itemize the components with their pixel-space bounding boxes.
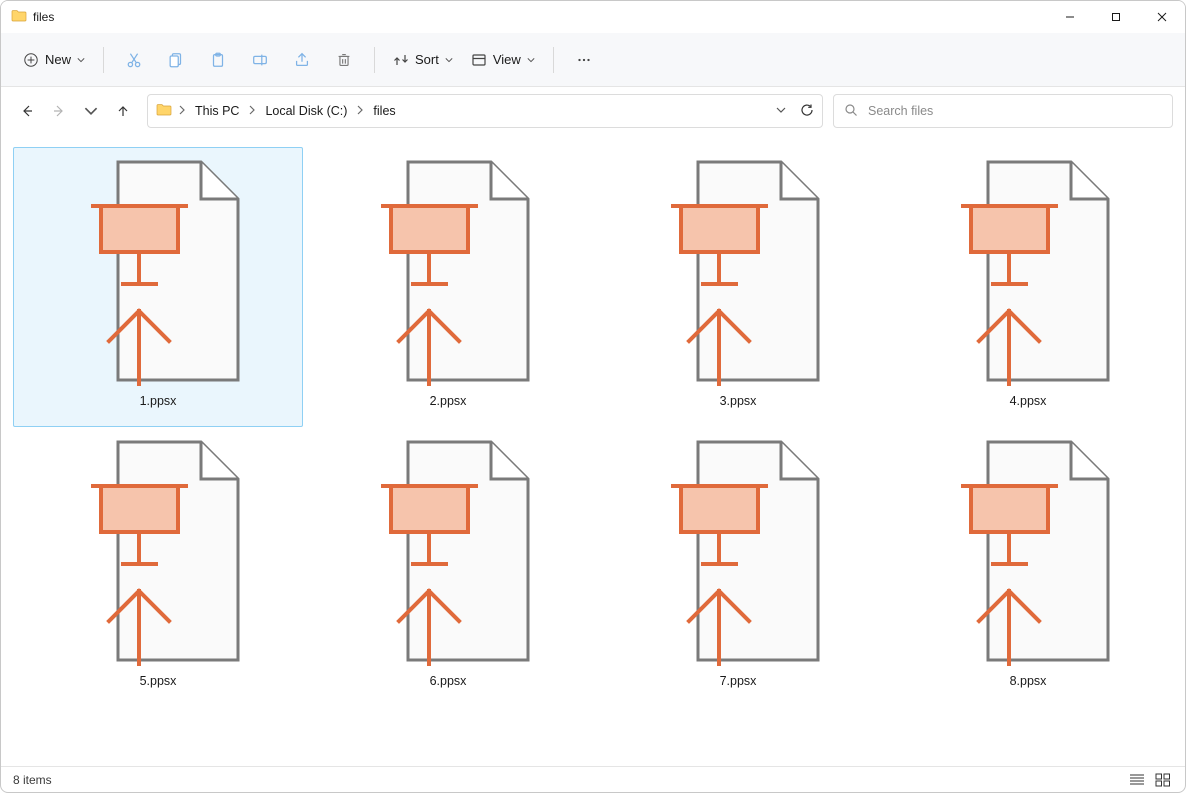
file-thumbnail	[363, 156, 533, 386]
refresh-button[interactable]	[800, 103, 814, 120]
explorer-window: files New	[0, 0, 1186, 793]
file-thumbnail	[943, 436, 1113, 666]
forward-button[interactable]	[49, 101, 69, 121]
file-item[interactable]: 4.ppsx	[883, 147, 1173, 427]
breadcrumb-segment[interactable]: files	[370, 102, 398, 120]
titlebar: files	[1, 1, 1185, 33]
separator	[553, 47, 554, 73]
toolbar: New Sort View	[1, 33, 1185, 87]
view-button[interactable]: View	[463, 46, 543, 74]
file-thumbnail	[653, 156, 823, 386]
new-button[interactable]: New	[15, 46, 93, 74]
chevron-right-icon	[178, 104, 186, 118]
cut-button[interactable]	[114, 42, 154, 78]
file-item[interactable]: 3.ppsx	[593, 147, 883, 427]
file-item[interactable]: 1.ppsx	[13, 147, 303, 427]
share-button[interactable]	[282, 42, 322, 78]
more-button[interactable]	[564, 42, 604, 78]
details-view-button[interactable]	[1127, 772, 1147, 788]
search-icon	[844, 103, 858, 120]
separator	[374, 47, 375, 73]
search-input[interactable]	[866, 103, 1162, 119]
up-button[interactable]	[113, 101, 133, 121]
file-thumbnail	[363, 436, 533, 666]
thumbnails-view-button[interactable]	[1153, 772, 1173, 788]
window-controls	[1047, 1, 1185, 33]
file-thumbnail	[73, 436, 243, 666]
file-name: 5.ppsx	[140, 674, 177, 688]
new-button-label: New	[45, 52, 71, 67]
address-bar[interactable]: This PC Local Disk (C:) files	[147, 94, 823, 128]
breadcrumb-segment[interactable]: Local Disk (C:)	[262, 102, 350, 120]
sort-button-label: Sort	[415, 52, 439, 67]
file-name: 4.ppsx	[1010, 394, 1047, 408]
view-toggles	[1127, 772, 1173, 788]
status-bar: 8 items	[1, 766, 1185, 792]
nav-arrows	[13, 101, 137, 121]
addressbar-right	[776, 103, 814, 120]
file-item[interactable]: 7.ppsx	[593, 427, 883, 707]
file-item[interactable]: 8.ppsx	[883, 427, 1173, 707]
paste-button[interactable]	[198, 42, 238, 78]
sort-button[interactable]: Sort	[385, 46, 461, 74]
file-name: 2.ppsx	[430, 394, 467, 408]
file-name: 6.ppsx	[430, 674, 467, 688]
status-text: 8 items	[13, 773, 52, 787]
separator	[103, 47, 104, 73]
folder-icon	[11, 8, 27, 27]
delete-button[interactable]	[324, 42, 364, 78]
file-name: 7.ppsx	[720, 674, 757, 688]
recent-button[interactable]	[81, 101, 101, 121]
file-item[interactable]: 5.ppsx	[13, 427, 303, 707]
file-name: 8.ppsx	[1010, 674, 1047, 688]
history-dropdown[interactable]	[776, 104, 786, 118]
file-item[interactable]: 6.ppsx	[303, 427, 593, 707]
close-button[interactable]	[1139, 1, 1185, 33]
breadcrumbs: This PC Local Disk (C:) files	[192, 102, 399, 120]
folder-icon	[156, 102, 172, 121]
file-thumbnail	[943, 156, 1113, 386]
search-box[interactable]	[833, 94, 1173, 128]
minimize-button[interactable]	[1047, 1, 1093, 33]
view-button-label: View	[493, 52, 521, 67]
chevron-right-icon	[248, 104, 256, 118]
window-title: files	[33, 10, 54, 24]
breadcrumb-segment[interactable]: This PC	[192, 102, 242, 120]
maximize-button[interactable]	[1093, 1, 1139, 33]
file-grid: 1.ppsx 2.ppsx 3.ppsx	[13, 147, 1183, 707]
file-name: 3.ppsx	[720, 394, 757, 408]
file-name: 1.ppsx	[140, 394, 177, 408]
chevron-down-icon	[527, 56, 535, 64]
chevron-down-icon	[77, 56, 85, 64]
titlebar-left: files	[11, 8, 54, 27]
content-area[interactable]: 1.ppsx 2.ppsx 3.ppsx	[1, 135, 1185, 766]
rename-button[interactable]	[240, 42, 280, 78]
chevron-right-icon	[356, 104, 364, 118]
file-thumbnail	[653, 436, 823, 666]
navigation-row: This PC Local Disk (C:) files	[1, 87, 1185, 135]
copy-button[interactable]	[156, 42, 196, 78]
file-item[interactable]: 2.ppsx	[303, 147, 593, 427]
back-button[interactable]	[17, 101, 37, 121]
chevron-down-icon	[445, 56, 453, 64]
file-thumbnail	[73, 156, 243, 386]
